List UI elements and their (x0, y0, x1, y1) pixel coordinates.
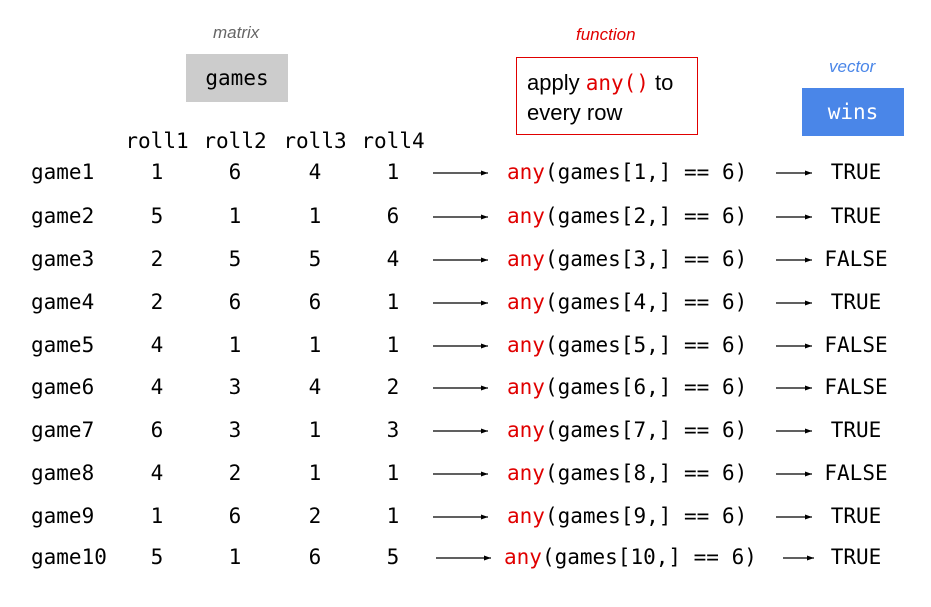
arrows-layer (433, 170, 814, 561)
